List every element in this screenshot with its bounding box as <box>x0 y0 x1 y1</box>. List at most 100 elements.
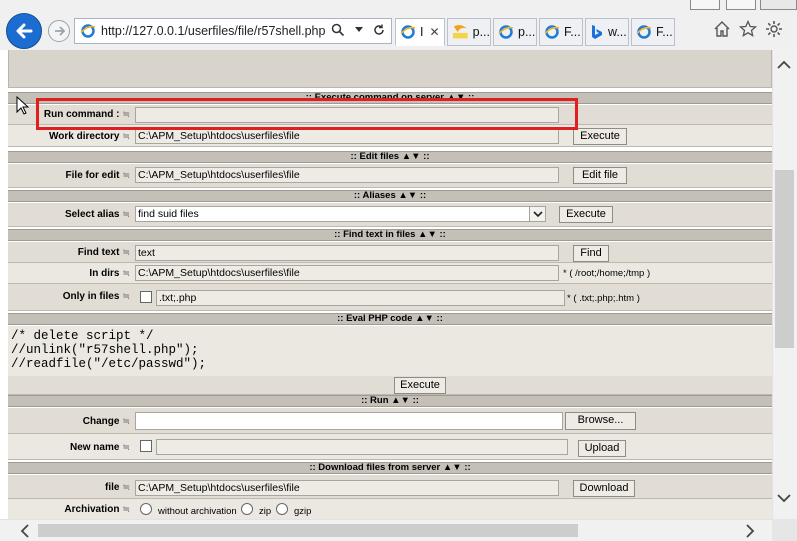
mouse-cursor-icon <box>16 96 30 115</box>
download-file-row: file ≒ C:\APM_Setup\htdocs\userfiles\file… <box>8 475 772 499</box>
execute-button[interactable]: Execute <box>573 128 627 145</box>
arrow-icon: ≒ <box>122 209 130 219</box>
back-button[interactable] <box>6 13 42 49</box>
arrow-icon: ≒ <box>122 504 130 514</box>
find-text-input[interactable]: text <box>135 245 559 261</box>
section-edit-header[interactable]: :: Edit files ▲▼ :: <box>8 151 772 163</box>
upload-button[interactable]: Upload <box>578 440 626 457</box>
tab-5[interactable]: w... <box>585 18 629 46</box>
in-dirs-hint: * ( /root;/home;/tmp ) <box>563 268 651 279</box>
ie-icon <box>80 24 96 38</box>
new-name-input[interactable] <box>156 439 568 455</box>
address-bar[interactable]: http://127.0.0.1/userfiles/file/r57shell… <box>74 18 392 44</box>
option-gzip: gzip <box>294 506 312 517</box>
chevron-down-icon[interactable] <box>529 207 545 221</box>
section-download-header[interactable]: :: Download files from server ▲▼ :: <box>8 462 772 474</box>
highlight-box <box>36 98 578 130</box>
file-for-edit-label: File for edit ≒ <box>65 170 130 181</box>
work-directory-input[interactable]: C:\APM_Setup\htdocs\userfiles\file <box>135 128 559 144</box>
scrollbar-corner <box>772 519 797 541</box>
file-for-edit-input[interactable]: C:\APM_Setup\htdocs\userfiles\file <box>135 167 559 183</box>
find-text-row: Find text ≒ text Find <box>8 242 772 263</box>
archivation-row: Archivation ≒ without archivation zip gzi… <box>8 499 772 519</box>
new-name-checkbox[interactable] <box>140 440 152 452</box>
scroll-right-icon[interactable] <box>746 524 755 541</box>
change-row: Change ≒ Browse... <box>8 408 772 434</box>
arrow-icon: ≒ <box>122 131 130 141</box>
section-run-header[interactable]: :: Run ▲▼ :: <box>8 395 772 407</box>
select-alias-label: Select alias ≒ <box>64 209 130 220</box>
previous-section-area <box>8 50 772 88</box>
change-file-input[interactable] <box>135 412 563 430</box>
find-text-label: Find text ≒ <box>77 247 130 258</box>
new-name-label: New name ≒ <box>69 442 130 453</box>
only-in-files-row: Only in files ≒ .txt;.php * ( .txt;.php;.… <box>8 284 772 311</box>
arrow-icon: ≒ <box>122 268 130 278</box>
forward-button[interactable] <box>48 20 70 42</box>
in-dirs-label: In dirs ≒ <box>89 268 130 279</box>
close-tab-icon[interactable]: ✕ <box>429 25 439 39</box>
section-eval-header[interactable]: :: Eval PHP code ▲▼ :: <box>8 313 772 325</box>
refresh-icon[interactable] <box>373 24 385 36</box>
tab-6[interactable]: F... <box>631 18 675 46</box>
minimize-button[interactable] <box>690 0 720 10</box>
browser-chrome: http://127.0.0.1/userfiles/file/r57shell… <box>0 0 797 50</box>
star-icon[interactable] <box>739 20 757 38</box>
scroll-left-icon[interactable] <box>20 524 29 541</box>
radio-zip[interactable] <box>241 503 253 515</box>
eval-execute-button[interactable]: Execute <box>394 377 446 394</box>
arrow-icon: ≒ <box>122 416 130 426</box>
tab-1[interactable]: I ✕ <box>395 18 445 46</box>
only-in-files-checkbox[interactable] <box>140 291 152 303</box>
change-label: Change ≒ <box>82 416 130 427</box>
work-directory-label: Work directory ≒ <box>49 131 130 142</box>
eval-button-row: Execute <box>8 376 772 395</box>
tab-4[interactable]: F... <box>539 18 583 46</box>
arrow-icon: ≒ <box>122 482 130 492</box>
home-icon[interactable] <box>713 20 731 38</box>
only-in-files-label: Only in files ≒ <box>62 291 130 302</box>
section-find-header[interactable]: :: Find text in files ▲▼ :: <box>8 229 772 241</box>
radio-gzip[interactable] <box>276 503 288 515</box>
forward-arrow-icon <box>55 26 66 36</box>
only-in-files-input[interactable]: .txt;.php <box>156 290 565 306</box>
tab-2[interactable]: p... <box>447 18 491 46</box>
section-aliases-header[interactable]: :: Aliases ▲▼ :: <box>8 190 772 202</box>
chevron-down-icon[interactable] <box>355 27 363 33</box>
only-in-files-hint: * ( .txt;.php;.htm ) <box>567 293 640 304</box>
browse-button[interactable]: Browse... <box>565 412 636 430</box>
vertical-scrollbar[interactable] <box>772 50 797 519</box>
radio-without-archivation[interactable] <box>140 503 152 515</box>
maximize-button[interactable] <box>726 0 756 10</box>
edit-file-row: File for edit ≒ C:\APM_Setup\htdocs\userf… <box>8 164 772 188</box>
ie-icon <box>636 25 652 39</box>
horizontal-scrollbar[interactable] <box>0 519 772 541</box>
download-file-input[interactable]: C:\APM_Setup\htdocs\userfiles\file <box>135 480 559 496</box>
alias-select[interactable]: find suid files <box>135 206 546 222</box>
toolbar-icons <box>713 20 783 38</box>
bing-icon <box>592 25 602 39</box>
arrow-icon: ≒ <box>122 442 130 452</box>
option-without-archivation: without archivation <box>158 506 237 517</box>
search-icon[interactable] <box>331 23 345 37</box>
ie-icon <box>498 25 514 39</box>
alias-execute-button[interactable]: Execute <box>559 206 613 223</box>
archivation-label: Archivation ≒ <box>64 504 130 515</box>
ie-icon <box>400 25 416 39</box>
horizontal-scroll-thumb[interactable] <box>38 524 578 537</box>
download-button[interactable]: Download <box>573 480 635 497</box>
scroll-up-icon[interactable] <box>777 56 791 72</box>
option-zip: zip <box>259 506 272 517</box>
in-dirs-row: In dirs ≒ C:\APM_Setup\htdocs\userfiles\f… <box>8 263 772 284</box>
scroll-down-icon[interactable] <box>777 490 791 506</box>
eval-code-textarea[interactable]: /* delete script */ //unlink("r57shell.p… <box>8 326 772 376</box>
tab-3[interactable]: p... <box>493 18 537 46</box>
find-button[interactable]: Find <box>573 245 609 262</box>
in-dirs-input[interactable]: C:\APM_Setup\htdocs\userfiles\file <box>135 265 559 281</box>
gear-icon[interactable] <box>765 20 783 38</box>
edit-file-button[interactable]: Edit file <box>573 167 627 184</box>
pma-icon <box>452 24 468 39</box>
vertical-scroll-thumb[interactable] <box>775 170 794 348</box>
close-window-button[interactable] <box>760 0 797 10</box>
arrow-icon: ≒ <box>122 291 130 301</box>
